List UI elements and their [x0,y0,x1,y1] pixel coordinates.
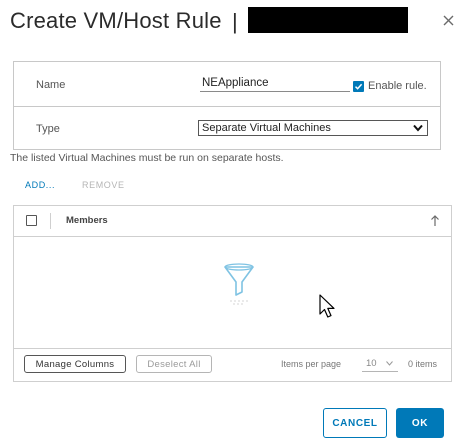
filter-funnel-icon [224,263,254,305]
grid-header: Members [14,206,451,237]
type-select[interactable]: Separate Virtual Machines [198,120,428,136]
mouse-cursor-icon [319,294,335,318]
enable-rule-checkbox[interactable]: Enable rule. [353,80,427,92]
select-all-checkbox[interactable] [26,215,37,226]
type-label: Type [36,123,60,135]
manage-columns-button[interactable]: Manage Columns [24,355,126,373]
rule-form: Name Enable rule. Type Separate Virtual … [13,61,441,150]
dialog-title: Create VM/Host Rule [10,8,222,33]
remove-members-link: REMOVE [82,180,125,190]
redacted-block [248,7,408,33]
create-vm-host-rule-dialog: Create VM/Host Rule | Name Enable rule. … [0,0,465,446]
arrow-up-icon[interactable] [430,214,440,227]
items-per-page-value: 10 [366,358,377,369]
checkmark-icon [354,83,363,90]
type-select-value: Separate Virtual Machines [202,122,331,134]
close-icon [443,15,453,25]
deselect-all-button: Deselect All [136,355,212,373]
close-button[interactable] [439,11,457,29]
items-per-page-label: Items per page [281,359,342,369]
ok-button[interactable]: OK [396,408,444,438]
item-count: 0 items [408,359,438,369]
title-separator: | [232,9,238,34]
grid-footer: Manage Columns Deselect All Items per pa… [14,348,451,381]
add-members-link[interactable]: ADD... [25,180,55,190]
chevron-down-icon [413,124,423,132]
type-row: Type Separate Virtual Machines [14,106,440,150]
chevron-down-icon [386,361,393,366]
cancel-button[interactable]: CANCEL [323,408,387,438]
name-input[interactable] [200,74,350,92]
name-row: Name Enable rule. [14,62,440,107]
column-divider [50,213,51,229]
enable-rule-label: Enable rule. [368,80,427,92]
column-header-members[interactable]: Members [66,215,108,226]
checkbox-checked[interactable] [353,80,364,92]
items-per-page-select[interactable]: 10 [362,356,398,372]
name-label: Name [36,79,66,91]
separate-hosts-hint: The listed Virtual Machines must be run … [10,152,284,164]
members-grid: Members Manage Columns Deselect All Item… [13,205,452,382]
